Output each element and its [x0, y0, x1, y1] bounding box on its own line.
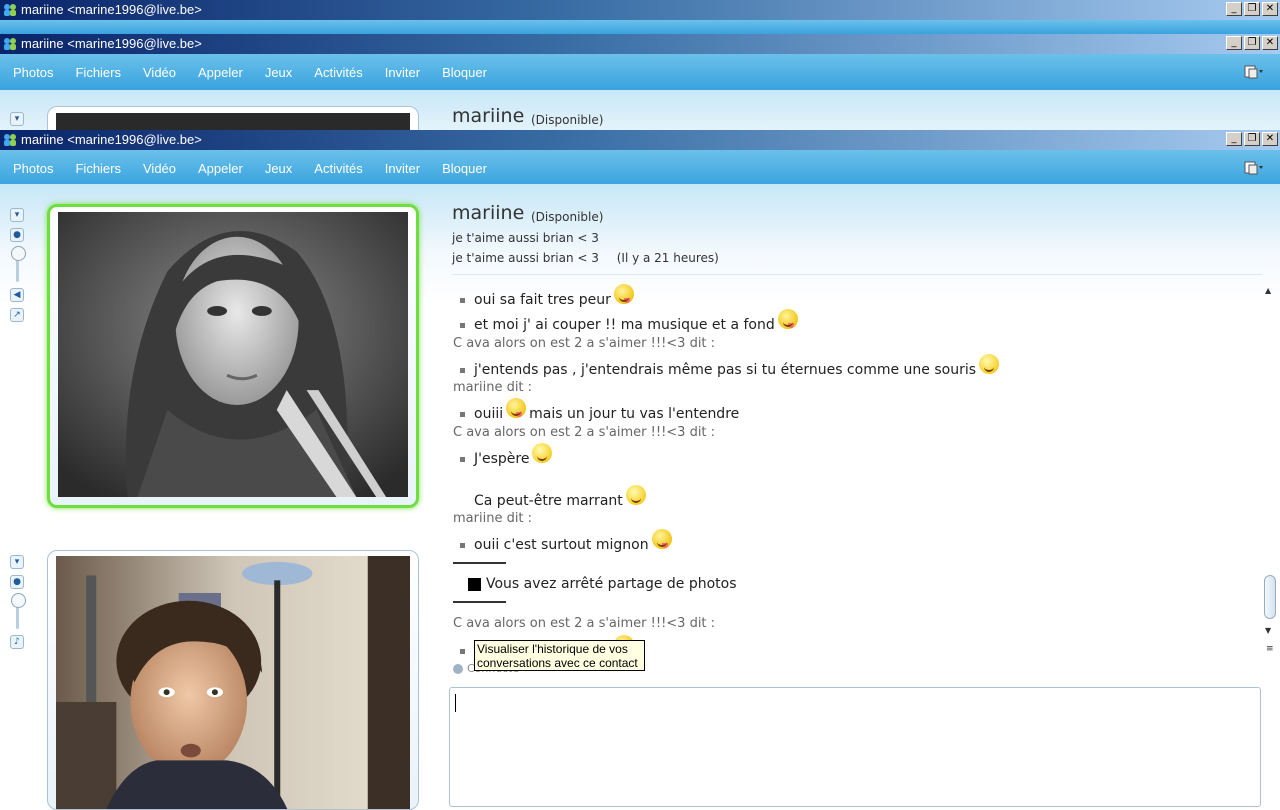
message-line: oui sa fait tres peur — [453, 284, 634, 310]
own-webcam-image — [56, 556, 410, 809]
restore-button[interactable]: ❐ — [1244, 2, 1260, 16]
close-button[interactable]: ✕ — [1262, 2, 1278, 16]
restore-button[interactable]: ❐ — [1244, 132, 1260, 146]
window-title: mariine <marine1996@live.be> — [21, 132, 202, 147]
personal-message: je t'aime aussi brian < 3 — [452, 231, 599, 245]
scroll-up-icon[interactable]: ▲ — [1265, 286, 1271, 295]
contact-status: (Disponible) — [531, 210, 604, 224]
last-message-text: je t'aime aussi brian < 3 — [452, 251, 599, 265]
message-line: J'espère — [453, 443, 553, 469]
message-continuation: Ca peut-être marrant — [474, 485, 646, 511]
menu-bloquer[interactable]: Bloquer — [442, 161, 487, 176]
window-title: mariine <marine1996@live.be> — [21, 2, 202, 17]
contact-webcam-image — [58, 212, 408, 497]
menu-appeler[interactable]: Appeler — [198, 65, 243, 80]
menu-bloquer[interactable]: Bloquer — [442, 65, 487, 80]
message-line: j'entends pas , j'entendrais même pas si… — [453, 354, 1000, 380]
last-message-row: je t'aime aussi brian < 3 (Il y a 21 heu… — [452, 251, 719, 265]
history-icon[interactable]: ≡ — [1266, 644, 1274, 654]
close-button[interactable]: ✕ — [1262, 132, 1278, 146]
menu-activites[interactable]: Activités — [314, 161, 362, 176]
photo-sharing-notice: Vous avez arrêté partage de photos — [468, 576, 737, 592]
options-menu-icon[interactable] — [1244, 160, 1264, 176]
volume-slider[interactable] — [10, 246, 26, 282]
scroll-thumb[interactable] — [1264, 575, 1276, 619]
stop-icon — [468, 577, 481, 591]
msn-buddy-icon — [4, 134, 16, 146]
message-input[interactable] — [449, 687, 1261, 807]
menu-jeux[interactable]: Jeux — [265, 161, 292, 176]
smile-emoticon-icon — [532, 443, 553, 463]
tongue-emoticon-icon — [506, 398, 527, 418]
text-caret — [455, 694, 456, 712]
menu-fichiers[interactable]: Fichiers — [75, 65, 121, 80]
tongue-emoticon-icon — [777, 309, 798, 329]
contact-status: (Disponible) — [531, 113, 604, 127]
history-scrollbar[interactable]: ▲ ▼ — [1263, 286, 1277, 635]
header-divider — [452, 274, 1262, 275]
conversation-window: Photos Fichiers Vidéo Appeler Jeux Activ… — [0, 150, 1280, 810]
collapse-icon[interactable]: ▾ — [10, 208, 24, 222]
window-titlebar-middle[interactable]: mariine <marine1996@live.be> _ ❐ ✕ — [0, 34, 1280, 54]
sender-line: C ava alors on est 2 a s'aimer !!!<3 dit… — [453, 616, 716, 631]
notice-separator — [453, 562, 506, 564]
minimize-button[interactable]: _ — [1226, 2, 1242, 16]
collapse-icon[interactable]: ▾ — [10, 112, 24, 126]
menu-inviter[interactable]: Inviter — [385, 161, 420, 176]
middle-window-content: ▾ mariine (Disponible) — [0, 90, 1280, 136]
sender-line: C ava alors on est 2 a s'aimer !!!<3 dit… — [453, 336, 716, 351]
menu-inviter[interactable]: Inviter — [385, 65, 420, 80]
microphone-icon[interactable]: ♪ — [10, 635, 24, 649]
history-tooltip: Visualiser l'historique de vos conversat… — [474, 640, 645, 671]
mic-slider[interactable] — [10, 593, 26, 629]
own-webcam-frame — [47, 550, 419, 810]
menu-activites[interactable]: Activités — [314, 65, 362, 80]
expand-icon[interactable]: ↗ — [10, 308, 24, 322]
menu-photos[interactable]: Photos — [13, 65, 53, 80]
menubar-middle: Photos Fichiers Vidéo Appeler Jeux Activ… — [0, 54, 1280, 90]
contact-webcam-tools: ▾ ● ◀ ↗ — [8, 208, 26, 328]
menubar-back-strip — [0, 20, 1280, 34]
last-message-time: (Il y a 21 heures) — [616, 251, 719, 265]
restore-button[interactable]: ❐ — [1244, 36, 1260, 50]
message-line: et moi j' ai couper !! ma musique et a f… — [453, 309, 798, 335]
msn-buddy-icon — [4, 38, 16, 50]
menu-jeux[interactable]: Jeux — [265, 65, 292, 80]
own-webcam-tools: ▾ ● ♪ — [8, 555, 26, 655]
sender-line: mariine dit : — [453, 380, 533, 395]
minimize-button[interactable]: _ — [1226, 36, 1242, 50]
connection-icon — [453, 663, 463, 674]
message-line: ouii c'est surtout mignon — [453, 529, 672, 555]
speaker-icon[interactable]: ◀ — [10, 288, 24, 302]
contact-name: mariine — [452, 105, 525, 127]
sender-line: C ava alors on est 2 a s'aimer !!!<3 dit… — [453, 425, 716, 440]
smile-emoticon-icon — [979, 354, 1000, 374]
smile-emoticon-icon — [625, 485, 646, 505]
menu-photos[interactable]: Photos — [13, 161, 53, 176]
window-title: mariine <marine1996@live.be> — [21, 36, 202, 51]
contact-webcam-frame — [47, 204, 419, 508]
minimize-button[interactable]: _ — [1226, 132, 1242, 146]
contact-name: mariine — [452, 202, 525, 224]
tongue-emoticon-icon — [651, 529, 672, 549]
webcam-icon[interactable]: ● — [10, 228, 24, 242]
window-titlebar-back[interactable]: mariine <marine1996@live.be> _ ❐ ✕ — [0, 0, 1280, 20]
menu-video[interactable]: Vidéo — [143, 161, 176, 176]
notice-separator — [453, 601, 506, 603]
close-button[interactable]: ✕ — [1262, 36, 1278, 50]
menu-video[interactable]: Vidéo — [143, 65, 176, 80]
collapse-icon[interactable]: ▾ — [10, 555, 24, 569]
menu-fichiers[interactable]: Fichiers — [75, 161, 121, 176]
tongue-emoticon-icon — [613, 284, 634, 304]
menu-appeler[interactable]: Appeler — [198, 161, 243, 176]
options-menu-icon[interactable] — [1244, 64, 1264, 80]
menubar: Photos Fichiers Vidéo Appeler Jeux Activ… — [0, 150, 1280, 186]
window-titlebar-front[interactable]: mariine <marine1996@live.be> _ ❐ ✕ — [0, 130, 1280, 150]
message-line: ouiii mais un jour tu vas l'entendre — [453, 398, 739, 424]
webcam-icon[interactable]: ● — [10, 575, 24, 589]
msn-buddy-icon — [4, 4, 16, 16]
sender-line: mariine dit : — [453, 511, 533, 526]
scroll-down-icon[interactable]: ▼ — [1265, 626, 1271, 635]
